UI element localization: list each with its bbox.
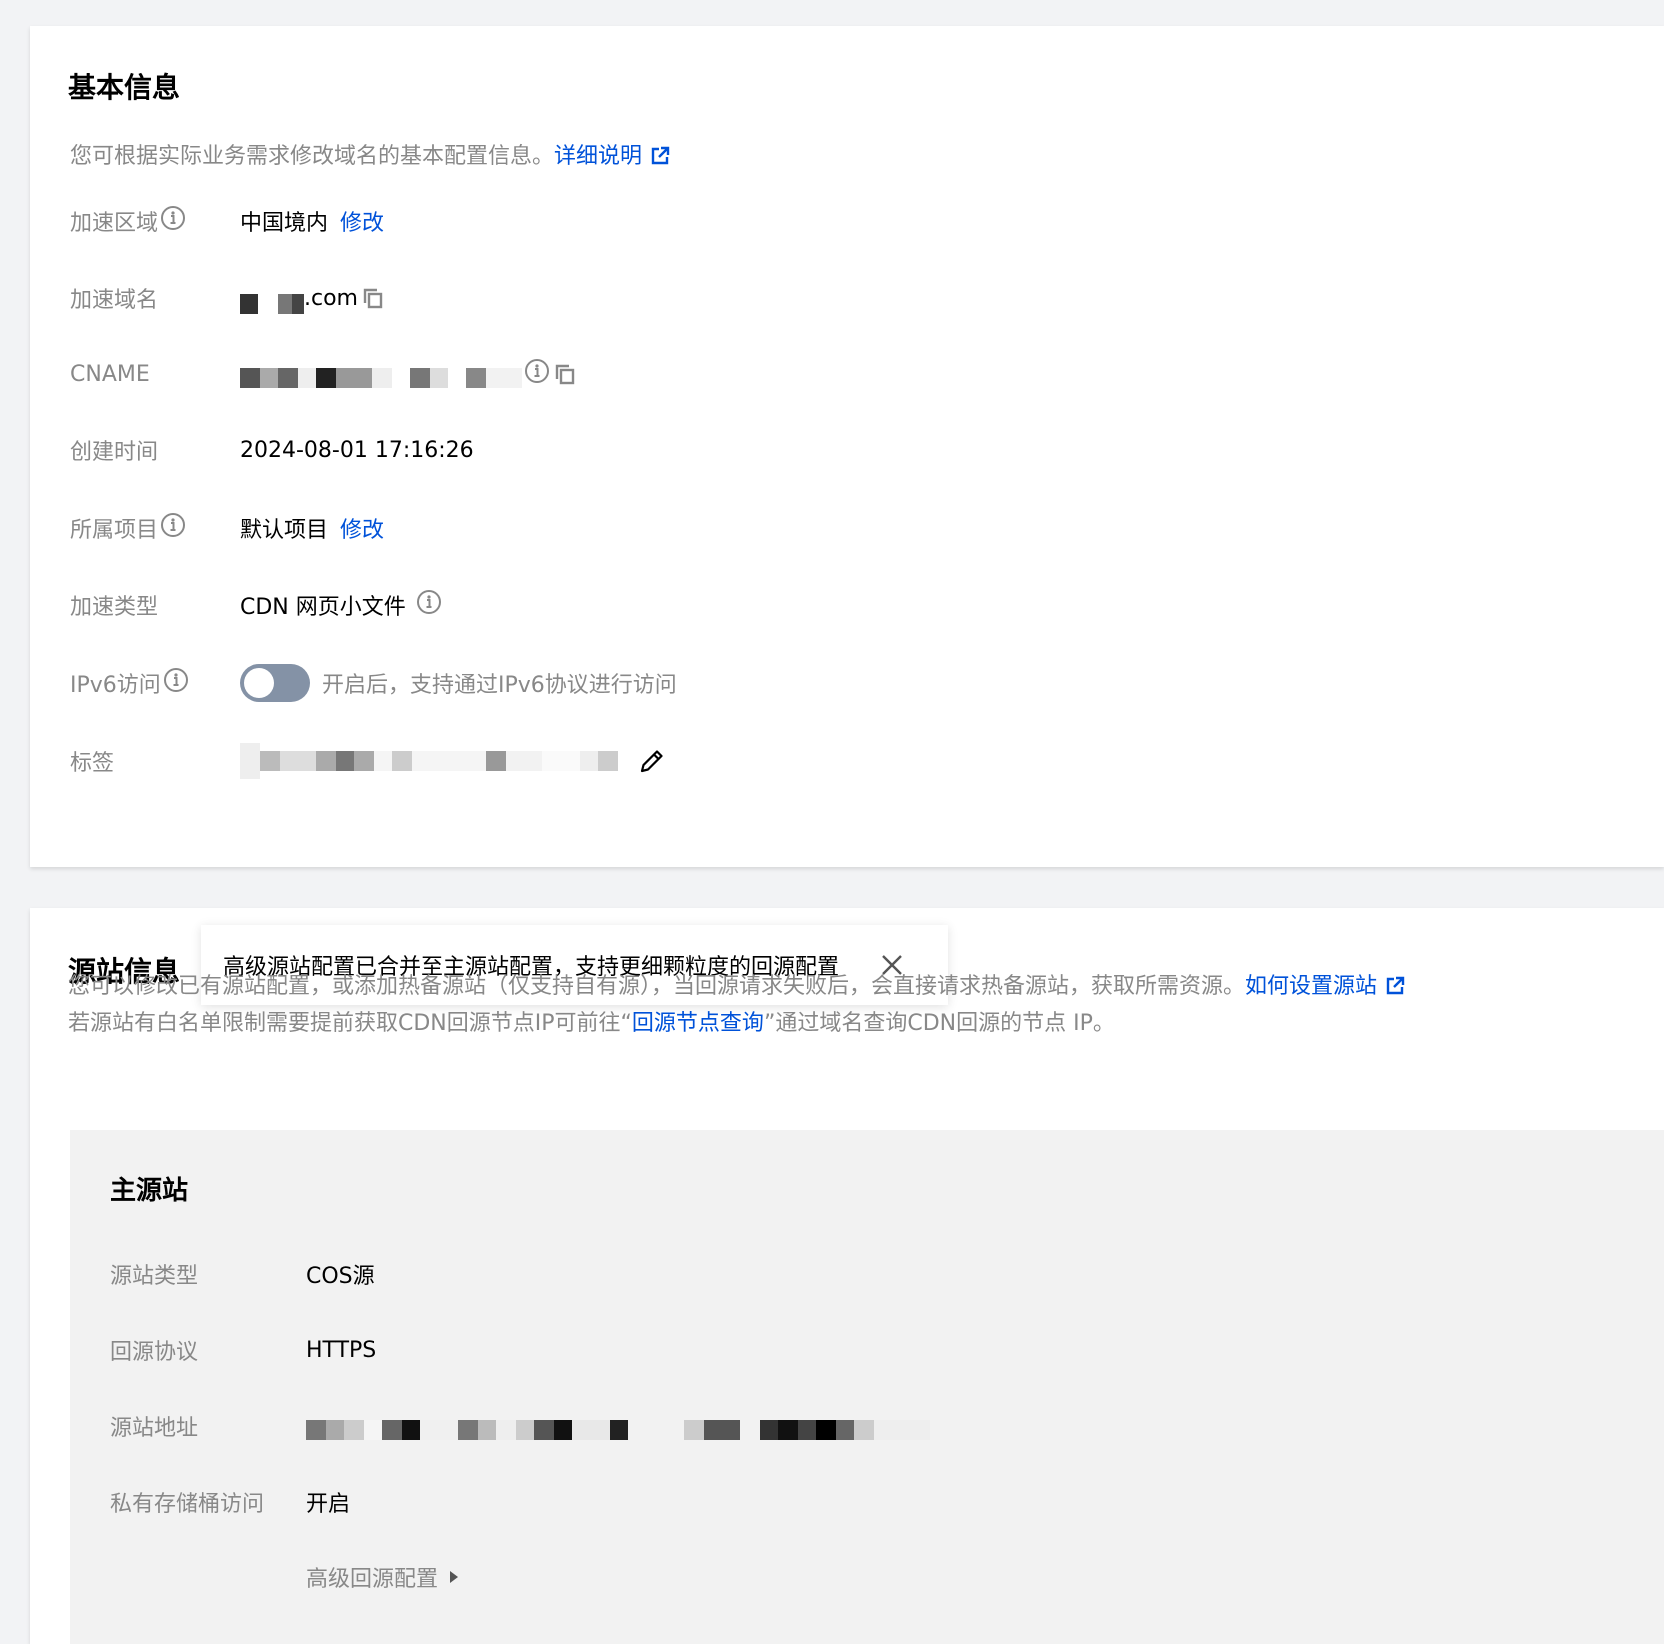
domain-label: 加速域名: [70, 288, 159, 313]
region-value: 中国境内 修改: [240, 205, 384, 237]
tags-row: 标签: [70, 741, 666, 781]
caret-right-icon: [448, 1570, 460, 1584]
redacted-tags: [240, 743, 618, 779]
basic-info-description: 您可根据实际业务需求修改域名的基本配置信息。详细说明: [70, 138, 670, 172]
primary-origin-panel: 主源站 源站类型 COS源 回源协议 HTTPS 源站地址 私有存储桶访问 开启…: [70, 1130, 1664, 1644]
origin-type-label: 源站类型: [110, 1264, 199, 1289]
description-line-2: 若源站有白名单限制需要提前获取CDN回源节点IP可前往“回源节点查询”通过域名查…: [68, 1011, 1115, 1036]
redacted-origin-address: [306, 1420, 930, 1440]
origin-info-card: 源站信息 高级源站配置已合并至主源站配置，支持更细颗粒度的回源配置 您可以修改已…: [30, 908, 1664, 1644]
copy-icon[interactable]: [362, 287, 384, 309]
redacted-cname: [240, 368, 522, 388]
edit-project-link[interactable]: 修改: [340, 512, 384, 544]
info-icon[interactable]: [160, 205, 186, 237]
ipv6-value: 开启后，支持通过IPv6协议进行访问: [240, 664, 677, 702]
origin-protocol-row: 回源协议 HTTPS: [110, 1330, 376, 1370]
origin-type-row: 源站类型 COS源: [110, 1254, 375, 1294]
detail-link[interactable]: 详细说明: [554, 144, 642, 169]
cname-value: [240, 358, 576, 390]
region-row: 加速区域 中国境内 修改: [70, 201, 384, 241]
external-link-icon[interactable]: [1385, 973, 1405, 1007]
ipv6-toggle[interactable]: [240, 664, 310, 702]
private-bucket-value: 开启: [306, 1492, 351, 1517]
created-label: 创建时间: [70, 440, 159, 465]
origin-protocol-label: 回源协议: [110, 1340, 199, 1365]
info-icon[interactable]: [416, 589, 442, 621]
copy-icon[interactable]: [554, 363, 576, 385]
info-icon[interactable]: [160, 512, 186, 544]
project-row: 所属项目 默认项目 修改: [70, 508, 384, 548]
type-label: 加速类型: [70, 595, 159, 620]
project-label: 所属项目: [70, 512, 240, 544]
type-row: 加速类型 CDN 网页小文件: [70, 585, 442, 625]
private-bucket-label: 私有存储桶访问: [110, 1492, 265, 1517]
external-link-icon[interactable]: [650, 146, 670, 172]
advanced-origin-toggle[interactable]: 高级回源配置: [306, 1561, 460, 1593]
ipv6-hint: 开启后，支持通过IPv6协议进行访问: [322, 673, 677, 698]
how-to-set-origin-link[interactable]: 如何设置源站: [1245, 974, 1377, 999]
tags-label: 标签: [70, 751, 115, 776]
domain-value: .com: [240, 282, 384, 314]
region-label: 加速区域: [70, 205, 240, 237]
tags-value: [240, 743, 666, 779]
basic-info-title: 基本信息: [68, 71, 181, 104]
ipv6-row: IPv6访问 开启后，支持通过IPv6协议进行访问: [70, 663, 677, 703]
edit-region-link[interactable]: 修改: [340, 205, 384, 237]
origin-node-query-link[interactable]: 回源节点查询: [632, 1011, 764, 1036]
origin-protocol-value: HTTPS: [306, 1337, 377, 1363]
cname-row: CNAME: [70, 354, 576, 394]
info-icon[interactable]: [524, 358, 550, 390]
primary-origin-title: 主源站: [110, 1176, 189, 1206]
cname-label: CNAME: [70, 361, 150, 387]
toggle-knob: [244, 668, 274, 698]
project-value: 默认项目 修改: [240, 512, 384, 544]
created-value: 2024-08-01 17:16:26: [240, 437, 474, 463]
description-line-1: 您可以修改已有源站配置，或添加热备源站（仅支持自有源），当回源请求失败后，会直接…: [68, 970, 1405, 1007]
origin-address-label: 源站地址: [110, 1416, 199, 1441]
ipv6-label: IPv6访问: [70, 667, 240, 699]
info-icon[interactable]: [163, 667, 189, 699]
domain-row: 加速域名 .com: [70, 278, 384, 318]
origin-address-value: [306, 1412, 930, 1440]
private-bucket-row: 私有存储桶访问 开启: [110, 1482, 350, 1522]
redacted-domain: [240, 294, 304, 314]
edit-pencil-icon[interactable]: [638, 747, 666, 775]
origin-type-value: COS源: [306, 1264, 375, 1289]
basic-info-card: 基本信息 您可根据实际业务需求修改域名的基本配置信息。详细说明 加速区域 中国境…: [30, 26, 1664, 867]
created-row: 创建时间 2024-08-01 17:16:26: [70, 430, 474, 470]
type-value: CDN 网页小文件: [240, 589, 442, 621]
origin-address-row: 源站地址: [110, 1406, 930, 1446]
advanced-origin-row: 高级回源配置: [306, 1557, 460, 1597]
origin-description-body: 您可以修改已有源站配置，或添加热备源站（仅支持自有源），当回源请求失败后，会直接…: [68, 970, 1405, 1041]
